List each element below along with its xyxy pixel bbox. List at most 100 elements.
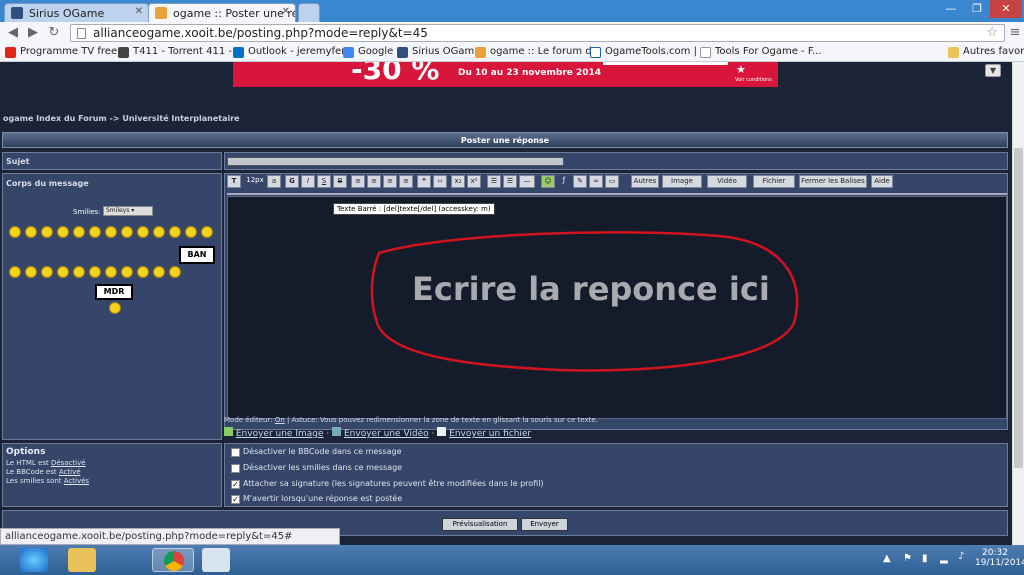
- smiley-icon[interactable]: [41, 266, 53, 278]
- superscript-icon[interactable]: x²: [467, 175, 481, 188]
- emoticon-icon[interactable]: ☺: [541, 175, 555, 188]
- align-center-icon[interactable]: ≡: [367, 175, 381, 188]
- smiley-icon[interactable]: [57, 226, 69, 238]
- smiley-icon[interactable]: [137, 226, 149, 238]
- disable-bbcode-checkbox[interactable]: [231, 448, 240, 457]
- menu-icon[interactable]: ≡: [1006, 25, 1024, 41]
- scrollbar-thumb[interactable]: [1014, 148, 1023, 468]
- font-button[interactable]: T: [227, 175, 241, 188]
- smiley-icon[interactable]: [89, 226, 101, 238]
- tab-sirius-ogame[interactable]: Sirius OGame ✕: [4, 3, 149, 22]
- disable-smilies-checkbox[interactable]: [231, 464, 240, 473]
- justify-icon[interactable]: ≡: [399, 175, 413, 188]
- align-left-icon[interactable]: ≡: [351, 175, 365, 188]
- close-tab-icon[interactable]: ✕: [282, 6, 290, 17]
- smiley-icon[interactable]: [137, 266, 149, 278]
- restore-icon[interactable]: ❐: [964, 0, 990, 18]
- mdr-sign-smiley[interactable]: MDR: [95, 284, 133, 300]
- smiley-icon[interactable]: [105, 266, 117, 278]
- close-window-icon[interactable]: ✕: [990, 0, 1022, 18]
- ban-sign-smiley[interactable]: BAN: [179, 246, 215, 264]
- bookmark-item[interactable]: OgameTools.com | ...: [590, 46, 710, 58]
- smiley-icon[interactable]: [169, 266, 181, 278]
- smiley-icon[interactable]: [169, 226, 181, 238]
- battery-icon[interactable]: ▮: [922, 553, 928, 564]
- smiley-icon[interactable]: [109, 302, 121, 314]
- send-button[interactable]: Envoyer: [521, 518, 568, 531]
- smiley-icon[interactable]: [57, 266, 69, 278]
- code-icon[interactable]: ‹›: [433, 175, 447, 188]
- upload-video-link[interactable]: Envoyer une Vidéo: [344, 429, 429, 439]
- upload-image-link[interactable]: Envoyer une Image: [236, 429, 324, 439]
- close-tab-icon[interactable]: ✕: [135, 6, 143, 17]
- smiley-icon[interactable]: [41, 226, 53, 238]
- quote-icon[interactable]: ❝: [417, 175, 431, 188]
- smilies-select[interactable]: Smileys ▾: [103, 206, 153, 216]
- network-icon[interactable]: ▂: [940, 553, 948, 564]
- smiley-icon[interactable]: [185, 226, 197, 238]
- smiley-icon[interactable]: [121, 266, 133, 278]
- chrome-taskbar-button[interactable]: [152, 548, 194, 572]
- address-bar[interactable]: allianceogame.xooit.be/posting.php?mode=…: [70, 24, 1005, 42]
- volume-icon[interactable]: ♪: [958, 551, 964, 562]
- editor-mode-toggle[interactable]: On: [275, 416, 285, 424]
- flag-icon[interactable]: ⚑: [903, 553, 912, 564]
- smiley-icon[interactable]: [105, 226, 117, 238]
- tray-arrow-icon[interactable]: ▲: [883, 553, 891, 564]
- size-select[interactable]: 12px: [242, 175, 268, 188]
- align-right-icon[interactable]: ≡: [383, 175, 397, 188]
- smiley-icon[interactable]: [153, 226, 165, 238]
- fullscreen-icon[interactable]: ▭: [605, 175, 619, 188]
- subject-input[interactable]: [227, 157, 564, 166]
- back-icon[interactable]: ◀: [4, 25, 22, 41]
- chevron-down-icon[interactable]: ▼: [985, 64, 1001, 77]
- strike-button[interactable]: B: [333, 175, 347, 188]
- highlight-icon[interactable]: ✎: [573, 175, 587, 188]
- smiley-icon[interactable]: [121, 226, 133, 238]
- smiley-icon[interactable]: [73, 226, 85, 238]
- new-tab-button[interactable]: [298, 3, 320, 22]
- bookmark-item[interactable]: ogame :: Le forum d...: [475, 46, 601, 58]
- link-icon[interactable]: ∞: [589, 175, 603, 188]
- bookmark-item[interactable]: Outlook - jeremyfer...: [233, 46, 354, 58]
- image-button[interactable]: Image: [662, 175, 702, 188]
- color-icon[interactable]: ƒ: [557, 175, 571, 188]
- numbered-list-icon[interactable]: ☰: [503, 175, 517, 188]
- video-button[interactable]: Vidéo: [707, 175, 747, 188]
- notify-reply-checkbox[interactable]: ✓: [231, 495, 240, 504]
- smiley-icon[interactable]: [25, 266, 37, 278]
- italic-button[interactable]: I: [301, 175, 315, 188]
- smiley-icon[interactable]: [9, 226, 21, 238]
- upload-file-link[interactable]: Envoyer un fichier: [449, 429, 531, 439]
- bookmark-item[interactable]: Tools For Ogame - F...: [700, 46, 822, 58]
- subscript-icon[interactable]: x₂: [451, 175, 465, 188]
- smiley-icon[interactable]: [9, 266, 21, 278]
- preview-button[interactable]: Prévisualisation: [442, 518, 518, 531]
- bookmark-item[interactable]: Sirius OGame: [397, 46, 480, 58]
- bookmark-item[interactable]: Programme TV free ...: [5, 46, 130, 58]
- breadcrumb[interactable]: ogame Index du Forum -> Université Inter…: [3, 114, 240, 123]
- bold-button[interactable]: G: [285, 175, 299, 188]
- smiley-icon[interactable]: [25, 226, 37, 238]
- attach-signature-checkbox[interactable]: ✓: [231, 480, 240, 489]
- bullet-list-icon[interactable]: ☰: [487, 175, 501, 188]
- autres-button[interactable]: Autres: [631, 175, 659, 188]
- underline-button[interactable]: S: [317, 175, 331, 188]
- reload-icon[interactable]: ↻: [45, 25, 63, 41]
- minimize-icon[interactable]: —: [938, 0, 964, 18]
- smiley-icon[interactable]: [153, 266, 165, 278]
- close-tags-button[interactable]: Fermer les Balises: [799, 175, 867, 188]
- forward-icon[interactable]: ▶: [24, 25, 42, 41]
- bookmark-item[interactable]: Google: [343, 46, 393, 58]
- internet-explorer-icon[interactable]: [20, 548, 48, 572]
- smiley-icon[interactable]: [89, 266, 101, 278]
- paint-icon[interactable]: [202, 548, 230, 572]
- file-button[interactable]: Fichier: [753, 175, 795, 188]
- clock[interactable]: 20:32 19/11/2014: [975, 548, 1024, 568]
- smiley-icon[interactable]: [201, 226, 213, 238]
- smiley-icon[interactable]: [73, 266, 85, 278]
- star-icon[interactable]: ☆: [986, 25, 998, 40]
- other-bookmarks[interactable]: Autres favoris: [948, 46, 1024, 58]
- horizontal-rule-icon[interactable]: —: [519, 175, 535, 188]
- bookmark-item[interactable]: T411 - Torrent 411 - ...: [118, 46, 245, 58]
